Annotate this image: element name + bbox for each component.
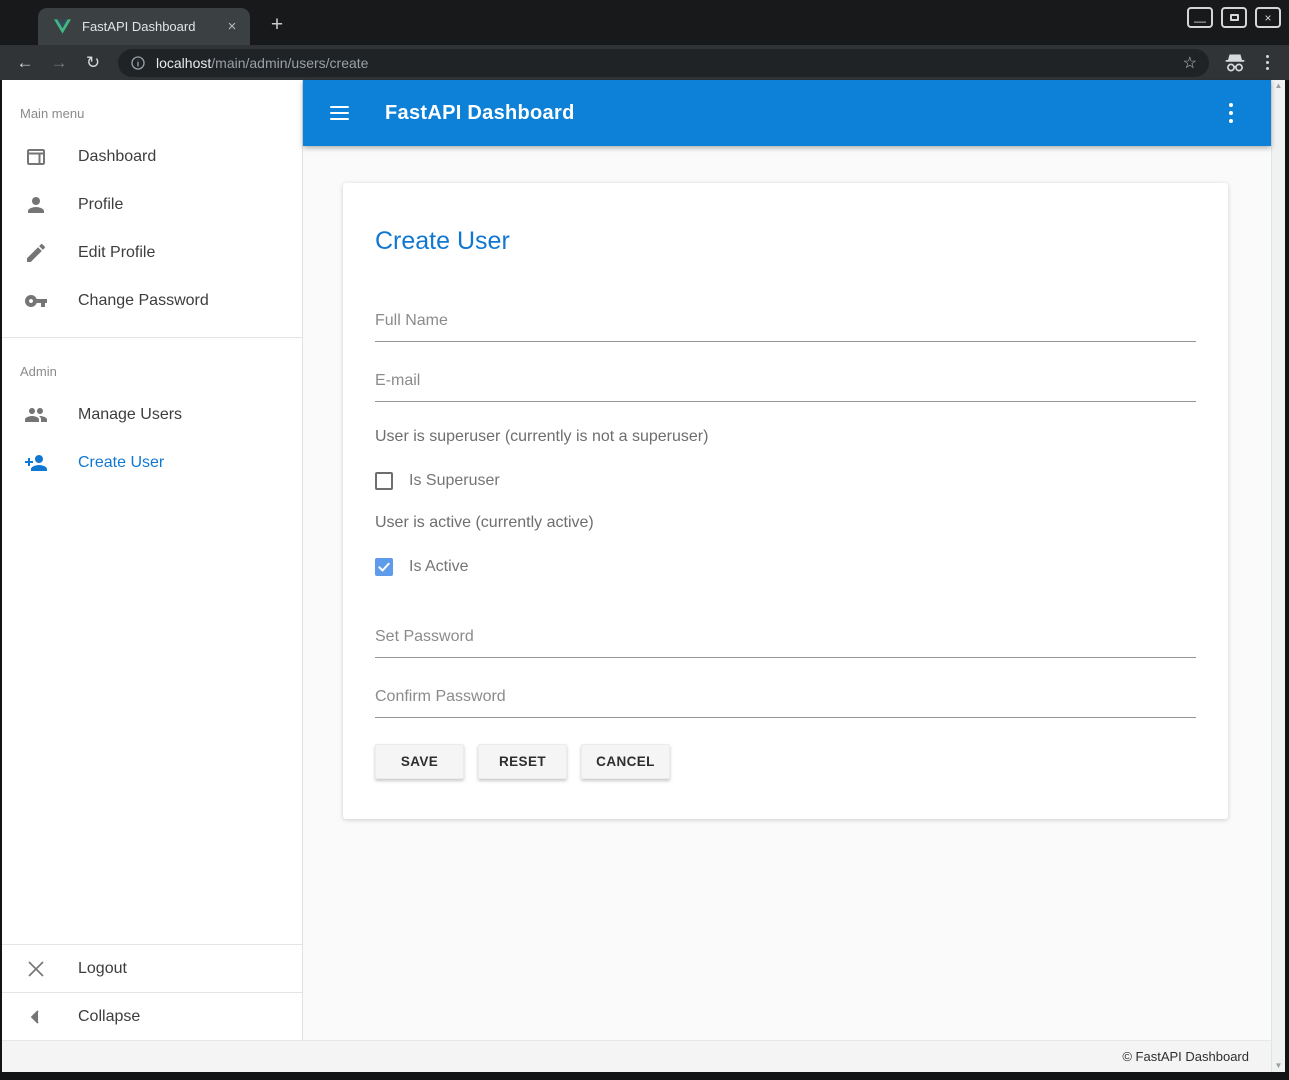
close-icon [24,957,48,981]
page-viewport: Main menu Dashboard Profile Edit Profile… [2,80,1285,1072]
sidebar-item-create-user[interactable]: Create User [2,439,302,487]
chevron-left-icon [24,1005,48,1029]
sidebar-item-label: Collapse [78,1008,140,1026]
appbar-title: FastAPI Dashboard [385,102,575,125]
hamburger-menu-icon[interactable] [330,106,349,120]
url-host: localhost [156,55,211,71]
cancel-button[interactable]: CANCEL [581,744,670,779]
window-maximize-button[interactable] [1221,7,1247,28]
pencil-icon [24,241,48,265]
sidebar-section-main-menu: Main menu [2,80,302,133]
sidebar-bottom: Logout Collapse [2,944,302,1040]
form-buttons: SAVE RESET CANCEL [375,744,1196,779]
reload-button[interactable]: ↻ [80,50,106,76]
full-name-input[interactable] [375,308,1196,342]
window-close-button[interactable]: × [1255,7,1281,28]
active-checkbox[interactable] [375,558,393,576]
sidebar-item-label: Profile [78,196,123,214]
active-checkbox-label: Is Active [409,558,469,576]
tab-close-icon[interactable]: × [222,17,242,37]
person-add-icon [24,451,48,475]
sidebar-item-logout[interactable]: Logout [2,944,302,992]
window-controls: — × [1187,7,1281,28]
superuser-hint: User is superuser (currently is not a su… [375,428,1196,446]
save-button[interactable]: SAVE [375,744,464,779]
bookmark-star-icon[interactable]: ☆ [1183,53,1197,73]
sidebar-item-dashboard[interactable]: Dashboard [2,133,302,181]
appbar-kebab-menu-icon[interactable] [1221,101,1241,125]
copyright-text: © FastAPI Dashboard [1122,1049,1249,1064]
dashboard-icon [24,145,48,169]
url-path: /main/admin/users/create [211,55,368,71]
sidebar-item-profile[interactable]: Profile [2,181,302,229]
sidebar: Main menu Dashboard Profile Edit Profile… [2,80,303,1040]
sidebar-item-collapse[interactable]: Collapse [2,992,302,1040]
check-icon [377,560,391,574]
sidebar-item-label: Dashboard [78,148,156,166]
superuser-checkbox-row[interactable]: Is Superuser [375,472,1196,490]
email-field-wrap [375,368,1196,402]
confirm-password-field-wrap [375,684,1196,718]
forward-button[interactable]: → [46,50,72,76]
sidebar-section-admin: Admin [2,338,302,391]
app-bar: FastAPI Dashboard [303,80,1271,146]
create-user-card: Create User User is superuser (currently… [343,183,1228,819]
sidebar-item-label: Create User [78,454,164,472]
browser-tab[interactable]: FastAPI Dashboard × [38,8,250,45]
browser-menu-icon[interactable] [1257,51,1277,75]
key-icon [24,289,48,313]
window-minimize-button[interactable]: — [1187,7,1213,28]
tab-title: FastAPI Dashboard [82,19,222,34]
info-icon[interactable] [130,55,146,71]
sidebar-item-label: Edit Profile [78,244,155,262]
superuser-checkbox[interactable] [375,472,393,490]
active-checkbox-row[interactable]: Is Active [375,558,1196,576]
people-icon [24,403,48,427]
vue-logo-icon [54,19,71,34]
confirm-password-input[interactable] [375,684,1196,718]
set-password-field-wrap [375,624,1196,658]
sidebar-item-manage-users[interactable]: Manage Users [2,391,302,439]
scroll-down-arrow-icon[interactable]: ▼ [1275,1062,1283,1070]
url-text: localhost/main/admin/users/create [156,55,1175,71]
sidebar-item-label: Manage Users [78,406,182,424]
maximize-icon [1230,14,1239,21]
incognito-icon [1223,52,1247,74]
back-button[interactable]: ← [12,50,38,76]
sidebar-item-change-password[interactable]: Change Password [2,277,302,325]
main-column: FastAPI Dashboard Create User User is su… [303,80,1271,1040]
page-scrollbar[interactable]: ▲ ▼ [1271,80,1285,1072]
main-content: Create User User is superuser (currently… [303,146,1271,1040]
scroll-up-arrow-icon[interactable]: ▲ [1275,82,1283,90]
page-footer: © FastAPI Dashboard [2,1040,1271,1072]
full-name-field-wrap [375,308,1196,342]
sidebar-item-edit-profile[interactable]: Edit Profile [2,229,302,277]
superuser-checkbox-label: Is Superuser [409,472,500,490]
email-input[interactable] [375,368,1196,402]
new-tab-button[interactable]: + [262,10,292,40]
browser-toolbar: ← → ↻ localhost/main/admin/users/create … [0,45,1289,80]
page-title: Create User [375,227,1196,256]
reset-button[interactable]: RESET [478,744,567,779]
set-password-input[interactable] [375,624,1196,658]
sidebar-item-label: Change Password [78,292,209,310]
address-bar[interactable]: localhost/main/admin/users/create ☆ [118,49,1209,77]
browser-tab-strip: FastAPI Dashboard × + — × [0,0,1289,45]
sidebar-item-label: Logout [78,960,127,978]
person-icon [24,193,48,217]
active-hint: User is active (currently active) [375,514,1196,532]
